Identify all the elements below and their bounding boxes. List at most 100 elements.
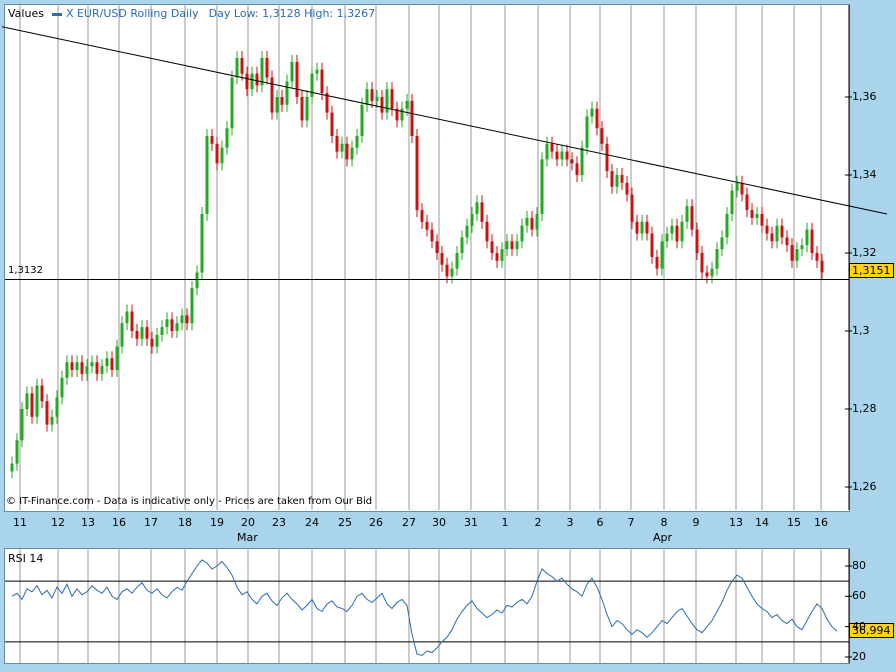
candle-body [740, 182, 744, 195]
candle-body [255, 73, 259, 86]
candle-body [655, 256, 659, 269]
candle-body [700, 253, 704, 273]
candle-body [620, 175, 624, 183]
x-tick-label: 20 [241, 516, 255, 529]
candle-body [765, 225, 769, 234]
candle-body [635, 221, 639, 234]
candle-body [195, 272, 199, 289]
candle-body [485, 221, 489, 242]
candle-body [70, 362, 74, 370]
candle-body [685, 206, 689, 222]
candle-body [415, 136, 419, 211]
candle-body [300, 97, 304, 121]
candle-body [495, 253, 499, 261]
candle-body [245, 73, 249, 90]
candle-body [175, 323, 179, 331]
legend-title: Values [8, 7, 44, 20]
candle-body [550, 143, 554, 152]
candle-body [510, 241, 514, 250]
x-tick-label: 24 [305, 516, 319, 529]
y-tick-label: 1,26 [852, 480, 877, 493]
candle-body [675, 225, 679, 242]
candle-body [145, 327, 149, 339]
x-tick-label: 25 [338, 516, 352, 529]
candle-body [800, 245, 804, 250]
candle-body [135, 331, 139, 339]
x-tick-label: 31 [464, 516, 478, 529]
candle-body [735, 182, 739, 191]
candle-body [525, 217, 529, 226]
x-tick-label: 26 [369, 516, 383, 529]
candle-body [795, 249, 799, 261]
candle-body [250, 73, 254, 90]
candle-body [805, 229, 809, 246]
candle-body [125, 311, 129, 324]
x-tick-label: 13 [729, 516, 743, 529]
candle-body [375, 97, 379, 101]
candle-body [330, 112, 334, 136]
candle-body [730, 190, 734, 214]
y-tick-label: 1,3 [852, 324, 870, 337]
candle-body [775, 225, 779, 242]
candle-body [500, 249, 504, 261]
candle-body [30, 393, 34, 417]
candle-body [155, 334, 159, 347]
candle-body [160, 327, 164, 335]
candle-body [810, 229, 814, 253]
candle-body [745, 194, 749, 211]
candle-body [220, 147, 224, 164]
candle-body [360, 104, 364, 136]
candle-body [705, 272, 709, 277]
candle-body [630, 194, 634, 222]
candle-body [385, 89, 389, 113]
candle-body [750, 210, 754, 218]
candle-body [695, 229, 699, 253]
candle-body [365, 89, 369, 105]
month-label: Apr [653, 531, 673, 544]
candle-body [290, 61, 294, 82]
series-swatch [51, 12, 62, 16]
x-tick-label: 12 [51, 516, 65, 529]
candle-body [820, 260, 824, 273]
candle-body [20, 409, 24, 441]
candle-body [225, 128, 229, 148]
candle-body [585, 116, 589, 148]
x-tick-label: 27 [402, 516, 416, 529]
candle-body [105, 358, 109, 367]
x-tick-label: 6 [596, 516, 604, 529]
candle-body [645, 221, 649, 234]
candle-body [460, 237, 464, 253]
candle-body [660, 241, 664, 269]
candle-body [600, 128, 604, 144]
candle-body [720, 237, 724, 250]
candle-body [210, 136, 214, 144]
last-price-tag: 1,3151 [849, 263, 894, 278]
candle-body [465, 225, 469, 238]
candle-body [725, 214, 729, 238]
y-tick-label: 1,32 [852, 246, 877, 259]
candle-body [440, 253, 444, 265]
rsi-title: RSI 14 [8, 552, 44, 565]
candle-body [430, 229, 434, 242]
data-disclaimer: © IT-Finance.com - Data is indicative on… [6, 496, 373, 507]
candle-body [770, 233, 774, 242]
rsi-y-tick-label: 80 [852, 559, 866, 572]
candle-body [425, 221, 429, 230]
candle-body [215, 143, 219, 164]
candle-body [790, 245, 794, 261]
candle-body [275, 97, 279, 113]
candle-body [420, 210, 424, 222]
candle-body [520, 225, 524, 242]
chart-legend: Values X EUR/USD Rolling Daily Day Low: 1,… [8, 7, 375, 20]
candle-body [380, 97, 384, 113]
candle-body [785, 237, 789, 246]
candle-body [140, 327, 144, 339]
x-tick-label: 16 [112, 516, 126, 529]
candle-body [50, 416, 54, 425]
candle-body [435, 241, 439, 253]
candle-body [305, 97, 309, 121]
chart-canvas [1, 5, 888, 663]
candle-body [185, 315, 189, 324]
candle-body [15, 440, 19, 464]
candle-body [270, 77, 274, 113]
